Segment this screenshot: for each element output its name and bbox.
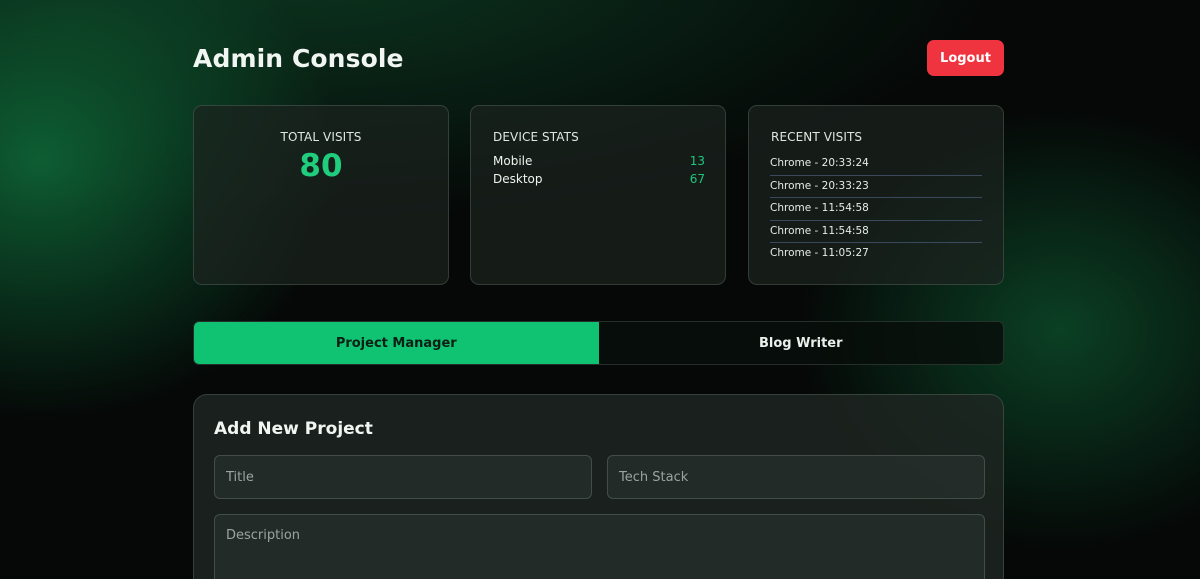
visit-item: Chrome - 11:54:58: [770, 198, 982, 221]
device-count: 13: [689, 154, 705, 168]
header: Admin Console Logout: [193, 40, 1004, 76]
title-input[interactable]: [214, 455, 592, 499]
device-row-mobile: Mobile 13: [493, 154, 705, 172]
visit-item: Chrome - 20:33:24: [770, 153, 982, 176]
total-visits-label: TOTAL VISITS: [280, 130, 362, 144]
total-visits-value: 80: [299, 148, 343, 184]
visit-item: Chrome - 11:05:27: [770, 247, 869, 259]
device-stats-label: DEVICE STATS: [493, 130, 579, 144]
tab-blog-writer[interactable]: Blog Writer: [599, 322, 1004, 364]
page-title: Admin Console: [193, 44, 404, 73]
logout-button[interactable]: Logout: [927, 40, 1004, 76]
tech-stack-input[interactable]: [607, 455, 985, 499]
description-input[interactable]: [214, 514, 985, 579]
device-list: Mobile 13 Desktop 67: [493, 154, 705, 190]
form-title: Add New Project: [214, 419, 373, 439]
add-project-form: Add New Project: [193, 394, 1004, 579]
device-stats-card: DEVICE STATS Mobile 13 Desktop 67: [470, 105, 726, 285]
tab-project-manager[interactable]: Project Manager: [194, 322, 599, 364]
recent-visits-label: RECENT VISITS: [771, 130, 863, 144]
device-count: 67: [689, 172, 705, 186]
device-row-desktop: Desktop 67: [493, 172, 705, 190]
recent-visits-card: RECENT VISITS Chrome - 20:33:24 Chrome -…: [748, 105, 1004, 285]
recent-visits-list: Chrome - 20:33:24 Chrome - 20:33:23 Chro…: [770, 153, 982, 266]
section-tabs: Project Manager Blog Writer: [193, 321, 1004, 365]
device-name: Mobile: [493, 154, 533, 168]
visit-item: Chrome - 20:33:23: [770, 176, 982, 198]
visit-item: Chrome - 11:54:58: [770, 221, 982, 243]
total-visits-card: TOTAL VISITS 80: [193, 105, 449, 285]
device-name: Desktop: [493, 172, 543, 186]
